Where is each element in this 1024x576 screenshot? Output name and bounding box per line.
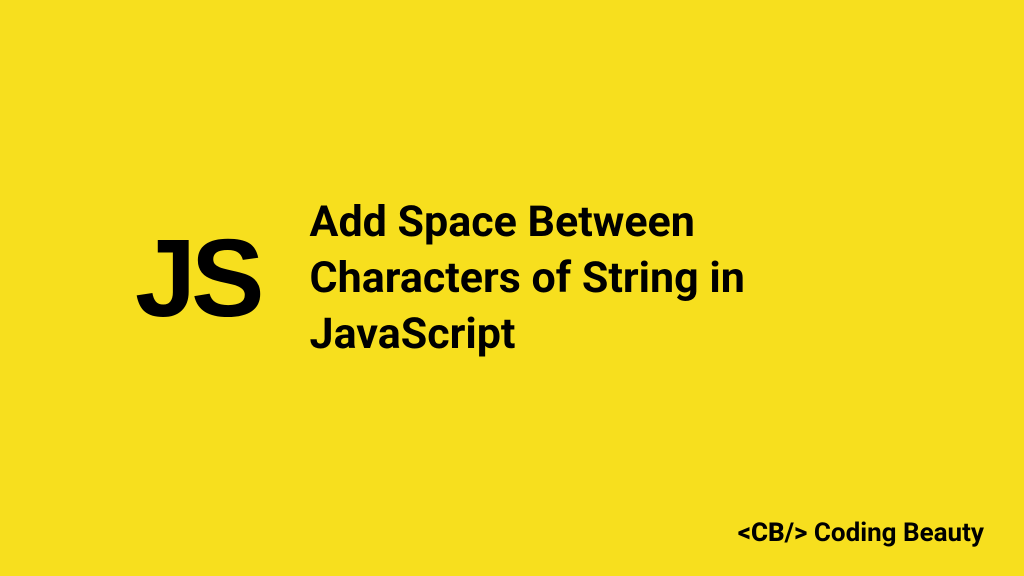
article-title: Add Space Between Characters of String i… — [310, 195, 910, 363]
js-logo: JS — [135, 224, 260, 334]
brand-name: Coding Beauty — [814, 518, 984, 548]
brand-tag: <CB/> — [738, 518, 808, 548]
main-content: JS Add Space Between Characters of Strin… — [135, 195, 910, 363]
footer-branding: <CB/> Coding Beauty — [738, 518, 984, 548]
